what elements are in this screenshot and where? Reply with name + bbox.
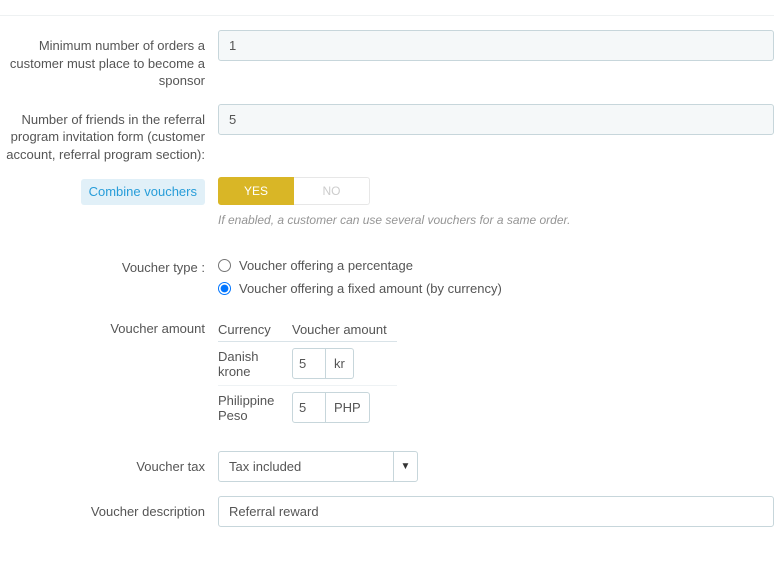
row-voucher-desc: Voucher description <box>0 496 774 527</box>
label-combine-vouchers[interactable]: Combine vouchers <box>81 179 205 205</box>
toggle-yes[interactable]: YES <box>218 177 294 205</box>
radio-row-fixed[interactable]: Voucher offering a fixed amount (by curr… <box>218 281 774 296</box>
radio-label-fixed: Voucher offering a fixed amount (by curr… <box>239 281 502 296</box>
table-row: Philippine Peso PHP <box>218 386 397 430</box>
input-amount-php[interactable] <box>292 392 326 423</box>
select-value: Tax included <box>229 459 301 474</box>
unit-dkk: kr <box>326 348 354 379</box>
row-min-orders: Minimum number of orders a customer must… <box>0 30 774 90</box>
row-combine-vouchers: Combine vouchers YES NO If enabled, a cu… <box>0 177 774 227</box>
radio-percentage[interactable] <box>218 259 231 272</box>
table-row: Danish krone kr <box>218 342 397 386</box>
cell-currency: Philippine Peso <box>218 386 292 430</box>
label-voucher-amount: Voucher amount <box>0 318 215 338</box>
radio-label-percentage: Voucher offering a percentage <box>239 258 413 273</box>
unit-php: PHP <box>326 392 370 423</box>
chevron-down-icon: ▼ <box>393 452 417 481</box>
toggle-combine-vouchers[interactable]: YES NO <box>218 177 774 205</box>
input-amount-dkk[interactable] <box>292 348 326 379</box>
toggle-no[interactable]: NO <box>294 177 370 205</box>
label-voucher-desc: Voucher description <box>0 496 215 521</box>
input-voucher-desc[interactable] <box>218 496 774 527</box>
input-min-orders[interactable] <box>218 30 774 61</box>
divider-top <box>0 15 774 16</box>
radio-fixed[interactable] <box>218 282 231 295</box>
label-voucher-tax: Voucher tax <box>0 451 215 476</box>
help-combine-vouchers: If enabled, a customer can use several v… <box>218 213 774 227</box>
row-voucher-type: Voucher type : Voucher offering a percen… <box>0 252 774 304</box>
row-num-friends: Number of friends in the referral progra… <box>0 104 774 164</box>
cell-currency: Danish krone <box>218 342 292 386</box>
row-voucher-amount: Voucher amount Currency Voucher amount D… <box>0 318 774 429</box>
voucher-amount-table: Currency Voucher amount Danish krone kr … <box>218 318 397 429</box>
label-num-friends: Number of friends in the referral progra… <box>0 104 215 164</box>
th-amount: Voucher amount <box>292 318 397 342</box>
label-min-orders: Minimum number of orders a customer must… <box>0 30 215 90</box>
th-currency: Currency <box>218 318 292 342</box>
radio-row-percentage[interactable]: Voucher offering a percentage <box>218 258 774 273</box>
input-num-friends[interactable] <box>218 104 774 135</box>
label-voucher-type: Voucher type : <box>0 252 215 277</box>
row-voucher-tax: Voucher tax Tax included ▼ <box>0 451 774 482</box>
select-voucher-tax[interactable]: Tax included ▼ <box>218 451 418 482</box>
